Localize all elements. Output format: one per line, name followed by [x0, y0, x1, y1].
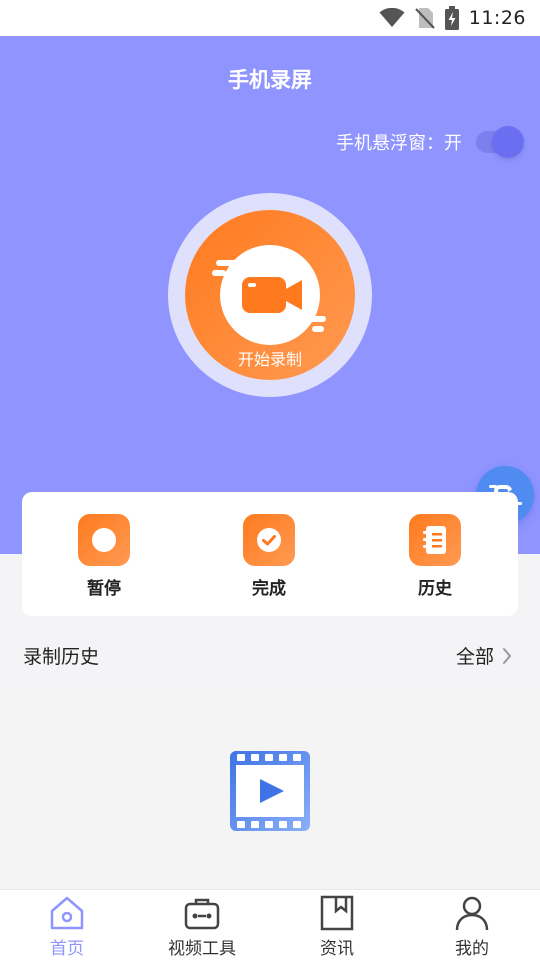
nav-item-mine[interactable]: 我的 [422, 894, 522, 959]
bottom-nav: 首页 视频工具 资讯 我的 [0, 889, 540, 960]
battery-charging-icon [444, 6, 459, 30]
no-sim-icon [415, 8, 435, 29]
view-all-button[interactable]: 全部 [456, 642, 512, 669]
finish-button[interactable]: 完成 [224, 514, 314, 599]
nav-label-home: 首页 [50, 939, 84, 959]
page-title: 手机录屏 [228, 68, 312, 92]
history-label: 历史 [418, 579, 452, 599]
notebook-icon [409, 514, 461, 566]
status-bar: 11:26 [0, 0, 540, 36]
nav-label-mine: 我的 [455, 939, 489, 959]
status-time: 11:26 [468, 7, 526, 29]
history-title: 录制历史 [23, 646, 100, 668]
pause-label: 暂停 [87, 579, 121, 599]
video-camera-icon [212, 260, 326, 332]
nav-label-video-tools: 视频工具 [168, 939, 236, 959]
toggle-knob [492, 126, 524, 158]
nav-item-video-tools[interactable]: 视频工具 [152, 894, 252, 959]
pause-icon [78, 514, 130, 566]
finish-label: 完成 [252, 579, 286, 599]
nav-item-home[interactable]: 首页 [17, 894, 117, 959]
home-icon [50, 896, 84, 930]
nav-label-news: 资讯 [320, 939, 354, 959]
bookmark-icon [320, 895, 354, 931]
floating-window-toggle[interactable] [476, 126, 524, 158]
start-record-label: 开始录制 [237, 350, 302, 369]
floating-window-label: 手机悬浮窗：开 [336, 133, 462, 154]
chevron-right-icon [503, 647, 512, 664]
status-icons: 11:26 [379, 6, 526, 30]
nav-item-news[interactable]: 资讯 [287, 894, 387, 959]
history-header: 录制历史 全部 [0, 616, 540, 690]
video-play-icon [230, 751, 310, 831]
toolbox-icon [184, 898, 220, 930]
record-controls-card: 暂停 完成 历史 [22, 492, 518, 616]
user-icon [455, 896, 489, 931]
floating-window-row: 手机悬浮窗：开 [336, 124, 524, 160]
pause-button[interactable]: 暂停 [59, 514, 149, 599]
check-icon [243, 514, 295, 566]
history-button[interactable]: 历史 [390, 514, 480, 599]
wifi-icon [379, 8, 405, 27]
view-all-label: 全部 [455, 646, 494, 668]
